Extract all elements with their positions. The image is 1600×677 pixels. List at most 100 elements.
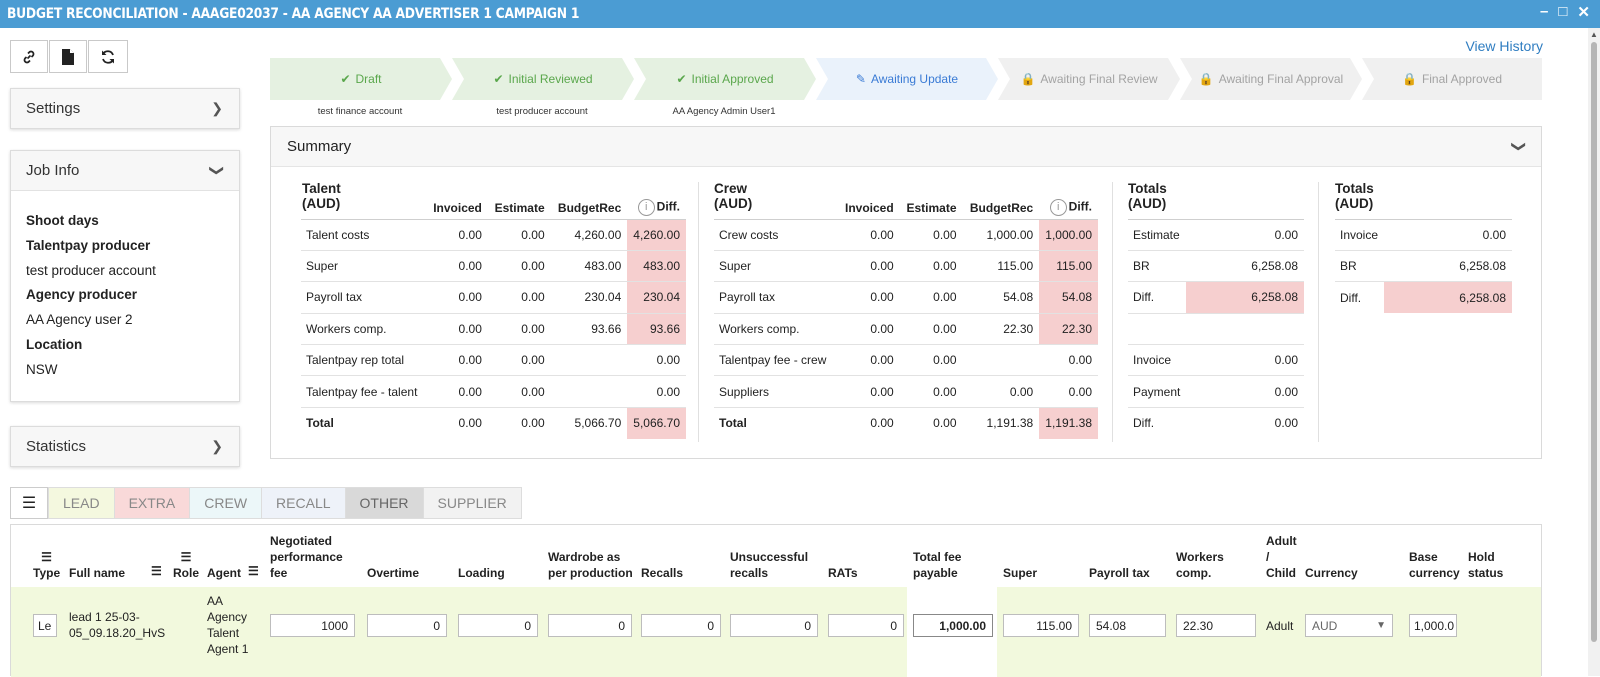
tab-supplier[interactable]: SUPPLIER <box>422 487 522 519</box>
tab-extra[interactable]: EXTRA <box>113 487 190 519</box>
column-header-overtime[interactable]: Overtime <box>367 565 419 581</box>
summary-row: Total 0.00 0.00 1,191.38 1,191.38 <box>714 407 1098 439</box>
workers-comp-input[interactable]: 22.30 <box>1176 614 1256 637</box>
summary-row: Super 0.00 0.00 483.00 483.00 <box>301 250 686 283</box>
negotiated-fee-input[interactable]: 1000 <box>270 614 355 637</box>
column-header-negotiated[interactable]: Negotiated performance fee <box>270 533 360 581</box>
document-button[interactable] <box>49 40 87 73</box>
minimize-icon[interactable]: – <box>1540 3 1548 21</box>
tab-lead[interactable]: LEAD <box>48 487 114 519</box>
type-field[interactable]: Le <box>33 614 57 637</box>
column-header-unsuccessful[interactable]: Unsuccessful recalls <box>730 549 815 581</box>
vertical-scrollbar[interactable]: ▲ <box>1588 28 1600 676</box>
totals-row: Diff. 6,258.08 <box>1335 281 1512 314</box>
column-menu-icon[interactable]: ☰ <box>151 563 162 579</box>
summary-row: Talentpay fee - crew 0.00 0.00 0.00 <box>714 344 1098 377</box>
summary-cell-label: Total <box>306 416 334 431</box>
base-currency-input[interactable]: 1,000.0 <box>1409 614 1457 637</box>
totals-cell-value: 6,258.08 <box>1186 281 1304 314</box>
scroll-up-icon[interactable]: ▲ <box>1590 30 1598 39</box>
column-header-base[interactable]: Base currency <box>1409 549 1464 581</box>
totals-cell-label: Estimate <box>1128 219 1187 251</box>
column-header-role[interactable]: ☰ Role <box>173 549 199 581</box>
step-initial-reviewed-user: test producer account <box>496 106 588 117</box>
close-icon[interactable]: ✕ <box>1577 3 1590 21</box>
settings-panel[interactable]: Settings ❯ <box>10 88 240 129</box>
summary-cell-diff: 0.00 <box>627 375 686 408</box>
hamburger-menu-icon[interactable]: ☰ <box>10 487 48 519</box>
column-header-rats[interactable]: RATs <box>828 565 858 581</box>
summary-cell-diff: 1,000.00 <box>1039 219 1098 251</box>
column-header-totalfee[interactable]: Total fee payable <box>913 549 973 581</box>
summary-cell-invoiced: 0.00 <box>837 344 900 377</box>
column-header-type[interactable]: ☰ Type <box>33 549 60 581</box>
summary-header[interactable]: Summary ❯ <box>271 127 1541 167</box>
summary-cell-estimate: 0.00 <box>933 416 957 431</box>
summary-row: Talentpay fee - talent 0.00 0.00 0.00 <box>301 375 686 408</box>
settings-title: Settings <box>26 100 81 117</box>
overtime-input[interactable]: 0 <box>367 614 447 637</box>
table-row: Le lead 1 25-03-05_09.18.20_HvS AA Agenc… <box>11 587 1541 677</box>
summary-cell-diff: 115.00 <box>1039 250 1098 283</box>
workflow-steps: ✔ Draft ✔ Initial Reviewed ✔ Initial Approv… <box>270 58 1542 100</box>
super-input[interactable]: 115.00 <box>1003 614 1079 637</box>
recalls-input[interactable]: 0 <box>641 614 721 637</box>
column-header-currency[interactable]: Currency <box>1305 565 1358 581</box>
column-header-agent[interactable]: Agent <box>207 565 241 581</box>
total-fee-input[interactable]: 1,000.00 <box>913 614 993 637</box>
column-menu-icon[interactable]: ☰ <box>173 549 199 565</box>
summary-cell-estimate: 0.00 <box>487 375 551 408</box>
loading-input[interactable]: 0 <box>458 614 538 637</box>
rats-input[interactable]: 0 <box>828 614 904 637</box>
totals-cell-label: BR <box>1128 250 1187 283</box>
tab-recall[interactable]: RECALL <box>261 487 345 519</box>
summary-row: Talent costs 0.00 0.00 4,260.00 4,260.00 <box>301 219 686 251</box>
summary-cell-label: Super <box>301 250 426 283</box>
summary-cell-diff: 5,066.70 <box>627 407 686 439</box>
summary-cell-budgetrec: 1,000.00 <box>962 219 1040 251</box>
column-menu-icon[interactable]: ☰ <box>33 549 60 565</box>
window-title: BUDGET RECONCILIATION - AAAGE02037 - AA … <box>7 6 580 22</box>
payroll-tax-input[interactable]: 54.08 <box>1089 614 1166 637</box>
tab-other[interactable]: OTHER <box>344 487 423 519</box>
maximize-icon[interactable]: □ <box>1558 3 1567 21</box>
currency-select[interactable]: AUD ▼ <box>1305 614 1393 637</box>
unsuccessful-recalls-input[interactable]: 0 <box>730 614 818 637</box>
column-header-payroll[interactable]: Payroll tax <box>1089 565 1150 581</box>
summary-cell-budgetrec <box>550 375 628 408</box>
view-history-link[interactable]: View History <box>1465 38 1543 54</box>
totals-cell-value <box>1186 313 1304 346</box>
column-header-loading[interactable]: Loading <box>458 565 505 581</box>
info-icon[interactable]: i <box>637 199 655 217</box>
column-header-workers[interactable]: Workers comp. <box>1176 549 1231 581</box>
summary-cell-budgetrec: 5,066.70 <box>574 416 622 431</box>
column-header-fullname[interactable]: Full name <box>69 565 125 581</box>
column-header-recalls[interactable]: Recalls <box>641 565 683 581</box>
talent-header-estimate: Estimate <box>487 197 551 220</box>
file-icon <box>62 48 74 65</box>
step-draft-user: test finance account <box>317 106 403 117</box>
agency-producer-value: AA Agency user 2 <box>26 312 133 328</box>
column-menu-icon[interactable]: ☰ <box>248 563 259 579</box>
wardrobe-input[interactable]: 0 <box>548 614 632 637</box>
totals-row: BR 6,258.08 <box>1335 250 1512 283</box>
totals-cell-value: 0.00 <box>1186 344 1304 377</box>
shoot-days-label: Shoot days <box>26 213 99 228</box>
scrollbar-thumb[interactable] <box>1591 42 1597 642</box>
statistics-panel[interactable]: Statistics ❯ <box>10 426 240 467</box>
summary-cell-invoiced: 0.00 <box>425 250 488 283</box>
step-awaiting-final-approval: 🔒 Awaiting Final Approval <box>1180 58 1362 100</box>
category-tabs: ☰ LEAD EXTRA CREW RECALL OTHER SUPPLIER <box>10 487 522 519</box>
summary-cell-invoiced: 0.00 <box>425 344 488 377</box>
column-header-adultchild[interactable]: Adult / Child <box>1266 533 1297 581</box>
job-info-header[interactable]: Job Info ❯ <box>11 151 239 190</box>
refresh-button[interactable] <box>88 40 128 73</box>
info-icon[interactable]: i <box>1049 199 1067 217</box>
summary-cell-invoiced: 0.00 <box>837 219 900 251</box>
column-header-super[interactable]: Super <box>1003 565 1037 581</box>
tab-crew[interactable]: CREW <box>189 487 262 519</box>
copy-link-button[interactable] <box>10 40 48 73</box>
column-header-hold[interactable]: Hold status <box>1468 549 1508 581</box>
column-header-wardrobe[interactable]: Wardrobe as per production <box>548 549 638 581</box>
totals-cell-label: Payment <box>1128 375 1187 408</box>
